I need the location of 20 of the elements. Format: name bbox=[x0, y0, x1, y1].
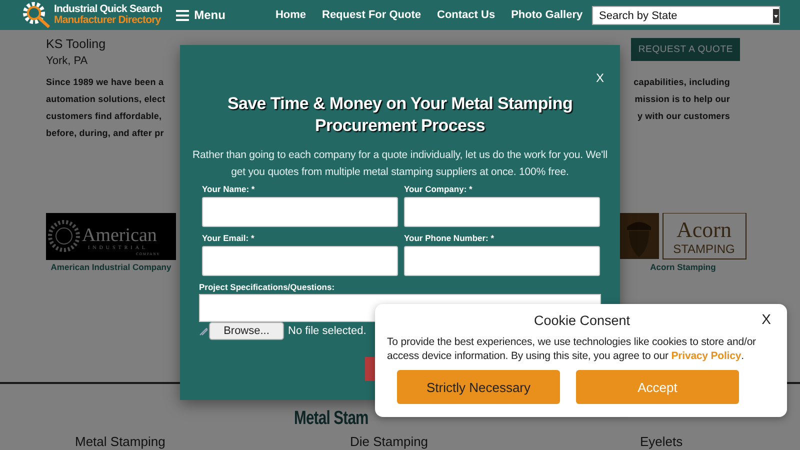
description-text: mission is to help our bbox=[634, 94, 730, 104]
dialog-intro: Rather than going to each company for a quote individually, let us do the work for you. We'll get you quotes from multiple metal stamping suppliers at once. 100% free. bbox=[192, 148, 608, 180]
description-text: y with our customers bbox=[637, 111, 730, 121]
field-label: Your Company: * bbox=[404, 183, 474, 195]
company-location: York, PA bbox=[46, 55, 89, 67]
description-text: before, during, and after pr bbox=[46, 128, 164, 138]
section-heading: Metal Stam bbox=[294, 408, 368, 430]
dialog-title: Save Time & Money on Your Metal Stamping Procurement Process bbox=[226, 93, 574, 137]
field-label: Your Phone Number: * bbox=[404, 232, 496, 244]
field-label: Project Specifications/Questions: bbox=[199, 281, 336, 293]
file-status: No file selected. bbox=[288, 325, 366, 337]
cookie-text: To provide the best experiences, we use technologies like cookies to store and/or access device information. By using this site, you agree to our Privacy Policy. bbox=[387, 335, 757, 363]
company-name: KS Tooling bbox=[46, 37, 106, 51]
field-label: Your Name: * bbox=[202, 183, 256, 195]
description-text: automation solutions, elect bbox=[46, 94, 166, 104]
cookie-title: Cookie Consent bbox=[534, 312, 630, 328]
description-text: Since 1989 we have been a bbox=[46, 77, 164, 87]
description-text: capabilities, including bbox=[634, 77, 730, 87]
description-text: customers find affordable, bbox=[46, 111, 162, 121]
field-label: Your Email: * bbox=[202, 232, 256, 244]
